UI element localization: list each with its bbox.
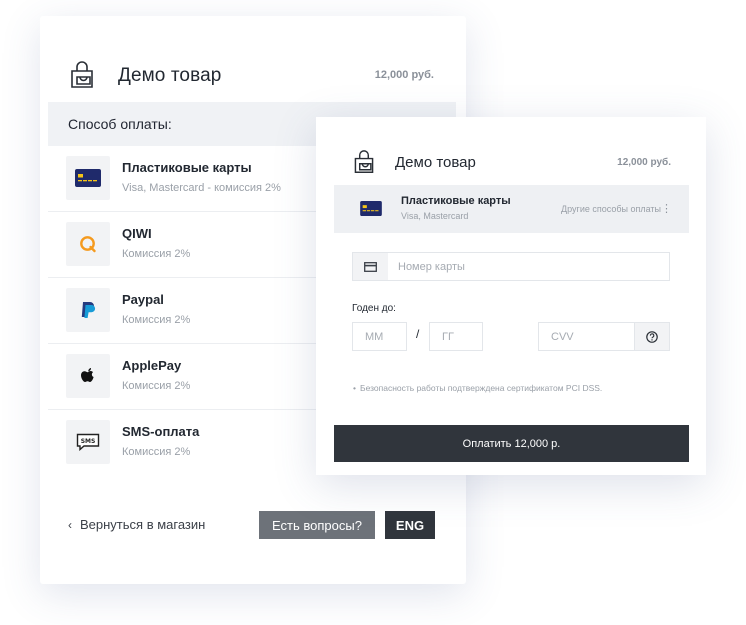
cvv-input[interactable] xyxy=(539,323,634,350)
method-name: Пластиковые карты xyxy=(122,160,252,175)
qiwi-icon xyxy=(66,222,110,266)
expiry-year-input[interactable] xyxy=(430,323,482,350)
card-number-field xyxy=(352,252,670,281)
svg-text:SMS: SMS xyxy=(81,438,96,445)
paypal-icon xyxy=(66,288,110,332)
method-fee: Комиссия 2% xyxy=(122,380,191,392)
back-to-shop-label: Вернуться в магазин xyxy=(80,517,206,532)
credit-card-icon xyxy=(360,201,382,216)
method-name: ApplePay xyxy=(122,358,182,373)
expiry-label: Годен до: xyxy=(352,303,396,314)
method-fee: Комиссия 2% xyxy=(122,314,191,326)
shopping-bag-icon xyxy=(71,61,93,88)
method-fee: Visa, Mastercard - комиссия 2% xyxy=(122,182,281,194)
form-product-price: 12,000 руб. xyxy=(617,157,671,168)
expiry-separator: / xyxy=(416,327,420,341)
product-header: Демо товар 12,000 руб. xyxy=(48,46,456,102)
product-title: Демо товар xyxy=(118,65,222,86)
credit-card-icon xyxy=(66,156,110,200)
card-payment-form: Демо товар 12,000 руб. Пластиковые карты… xyxy=(334,140,689,462)
method-fee: Комиссия 2% xyxy=(122,446,191,458)
selected-method-sub: Visa, Mastercard xyxy=(401,211,469,221)
pci-note-text: Безопасность работы подтверждена сертифи… xyxy=(360,383,603,393)
bullet-icon: • xyxy=(353,383,356,393)
more-vertical-icon[interactable]: ⋮ xyxy=(661,202,672,215)
card-number-input[interactable] xyxy=(398,253,658,280)
method-name: SMS-оплата xyxy=(122,424,200,439)
expiry-month-input[interactable] xyxy=(353,323,406,350)
method-name: QIWI xyxy=(122,226,152,241)
apple-icon xyxy=(66,354,110,398)
cvv-help-icon[interactable] xyxy=(634,322,670,351)
pci-note: • Безопасность работы подтверждена серти… xyxy=(353,383,603,393)
selected-method-bar: Пластиковые карты Visa, Mastercard Други… xyxy=(334,185,689,233)
language-button[interactable]: ENG xyxy=(385,511,435,539)
method-name: Paypal xyxy=(122,292,164,307)
other-methods-link[interactable]: Другие способы оплаты xyxy=(561,204,661,214)
chevron-left-icon: ‹ xyxy=(68,518,72,532)
method-fee: Комиссия 2% xyxy=(122,248,191,260)
payment-method-heading: Способ оплаты: xyxy=(68,116,172,132)
expiry-month-field xyxy=(352,322,407,351)
back-to-shop-link[interactable]: ‹ Вернуться в магазин xyxy=(68,517,205,532)
questions-button[interactable]: Есть вопросы? xyxy=(259,511,375,539)
form-product-header: Демо товар 12,000 руб. xyxy=(334,140,689,185)
cvv-field xyxy=(538,322,634,351)
product-price: 12,000 руб. xyxy=(374,69,434,81)
card-outline-icon xyxy=(353,253,388,280)
shopping-bag-icon xyxy=(354,150,374,174)
pay-button[interactable]: Оплатить 12,000 р. xyxy=(334,425,689,462)
selected-method-name: Пластиковые карты xyxy=(401,195,511,207)
form-product-title: Демо товар xyxy=(395,154,476,171)
expiry-year-field xyxy=(429,322,483,351)
sms-icon: SMS xyxy=(66,420,110,464)
